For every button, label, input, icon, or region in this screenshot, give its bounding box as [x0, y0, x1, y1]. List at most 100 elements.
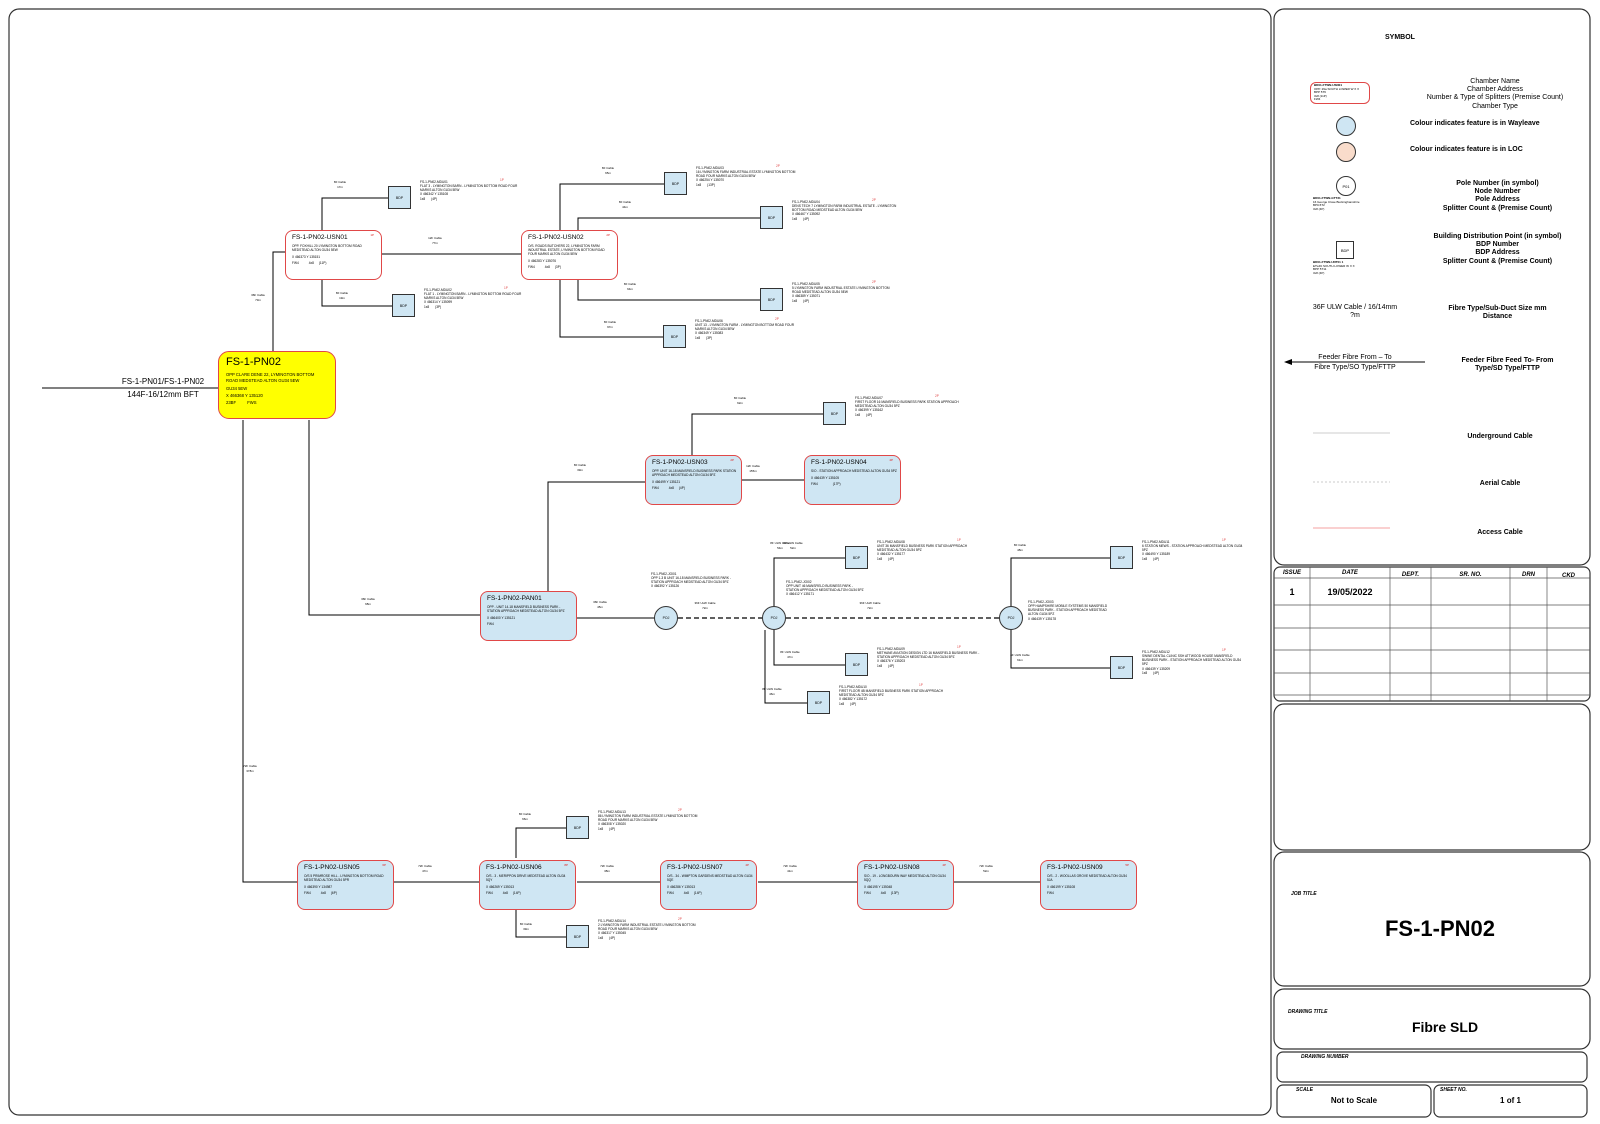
bdp-tag: 1P	[504, 286, 508, 290]
chamber-pan01[interactable]: FS-1-PN02-PAN01 OPP - UNIT 14-18 MANSFIEL…	[480, 591, 577, 641]
legend-pole-line-0: Pole Number (in symbol)	[1456, 180, 1539, 187]
chamber-name: FS-1-PN02-USN08	[864, 864, 920, 871]
chamber-usn05[interactable]: FS-1-PN02-USN05 6P O/S 5 PRIMROSE HILL - L…	[297, 860, 394, 910]
bdp-b11[interactable]: BDP	[1110, 546, 1133, 569]
cable-label: 8F ULW Cable 47m	[770, 650, 810, 660]
cable-length: 62m	[737, 400, 743, 405]
cable-label: 36F ULW Cable 72m	[685, 601, 725, 611]
cable-length: 65m	[605, 170, 611, 175]
cable-label: 8F Cable 17m	[320, 180, 360, 190]
cable-label: 36F Cable 45m	[580, 600, 620, 610]
cable-length: 39m	[523, 926, 529, 931]
chamber-meta: FW4	[487, 622, 570, 626]
cable-label: 72F Cable 41m	[770, 864, 810, 874]
bdp-symbol-label: BDP	[852, 662, 861, 667]
chamber-address: OPP. UNIT 16-18 MANSFIELD BUSINESS PARK …	[652, 468, 737, 477]
bdp-b1[interactable]: BDP	[388, 186, 411, 209]
main-node-address: OPP CLARE DENE 22, LYMINGTON BOTTOM ROAD…	[226, 372, 315, 383]
pole-label: POJ	[662, 616, 670, 620]
legend-aerial: Aerial Cable	[1479, 480, 1521, 487]
cable-label: 12F Cable 77m	[415, 236, 455, 246]
legend-pole-line-1: Node Number	[1474, 188, 1521, 196]
bdp-b3[interactable]: BDP	[664, 172, 687, 195]
cable-length: 39m	[577, 467, 583, 472]
chamber-count: (14P)	[693, 891, 702, 896]
bdp-meta: 1x8 (4P)	[877, 557, 982, 561]
legend-bdp-text: Building Distribution Point (in symbol) …	[1410, 233, 1585, 266]
bdp-text: FS-1-PN02-MDU13 2P 86 LYMINGTON FARM INDUS…	[598, 808, 703, 831]
legend-fibre-text: Fibre Type/Sub-Duct Size mm Distance	[1410, 305, 1585, 321]
chamber-meta: FW4 4x8 (14P)	[667, 891, 750, 895]
bdp-text: FS-1-PN02-MDU05 2P 5 LYMINGTON FARM INDUST…	[792, 280, 897, 303]
chamber-address: S/O - STATION APPROACH MEDSTEAD ALTON GU…	[811, 468, 897, 473]
bdp-meta: 1x8 (4P)	[839, 702, 944, 706]
chamber-type: FW4	[487, 622, 494, 627]
bdp-tag: 1P	[1222, 648, 1226, 652]
bdp-count: (13P)	[707, 182, 715, 187]
chamber-split: 4x8	[502, 891, 508, 896]
bdp-b12[interactable]: BDP	[1110, 656, 1133, 679]
chamber-coords: X 466195 Y 135048	[864, 885, 893, 890]
bdp-text: FS-1-PN02-MDU12 1P SWINE DENTAL CLINIC SSH…	[1142, 648, 1247, 675]
chamber-usn02[interactable]: FS-1-PN02-USN02 2P O/S. ROADS BUTCHERS 22,…	[521, 230, 618, 280]
chamber-usn09[interactable]: FS-1-PN02-USN09 5P O/S - 2 - WOOLLAS GROVE…	[1040, 860, 1137, 910]
bdp-count: (4P)	[609, 935, 616, 940]
bdp-b2[interactable]: BDP	[392, 294, 415, 317]
pole-p2[interactable]: POJ	[762, 606, 786, 630]
bdp-count: (3P)	[706, 335, 713, 340]
pole-p3[interactable]: POJ	[999, 606, 1023, 630]
bdp-count: (4P)	[609, 826, 616, 831]
main-node[interactable]: FS-1-PN02 OPP CLARE DENE 22, LYMINGTON B…	[218, 351, 336, 419]
bdp-b5[interactable]: BDP	[760, 288, 783, 311]
pole-text: FS-1-PN02-JOI03 OPP HAMPSHIRE MOBILE SYST…	[1028, 600, 1108, 621]
legend-pole-sample: BD01-FTWN-GTT31 16 George Close Buckingh…	[1313, 196, 1360, 211]
bdp-tag: 1P	[1222, 538, 1226, 542]
chamber-usn04[interactable]: FS-1-PN02-USN04 4P S/O - STATION APPROACH …	[804, 455, 901, 505]
chamber-tag: 4P	[942, 863, 946, 867]
cable-length: 47m	[787, 654, 793, 659]
chamber-usn07[interactable]: FS-1-PN02-USN07 4P O/S - 34 - WIMPTON GARD…	[660, 860, 757, 910]
bdp-b4[interactable]: BDP	[760, 206, 783, 229]
cable-label: 8F Cable 19m	[322, 291, 362, 301]
cable-length: 61m	[1017, 657, 1023, 662]
bdp-tag: 2P	[775, 317, 779, 321]
chamber-count: (14P)	[512, 891, 521, 896]
issue-header-dept: DEPT.	[1401, 572, 1420, 578]
chamber-meta: FW4 4x8 (4P)	[652, 486, 735, 490]
legend-fibre-sample-1: 36F ULW Cable / 16/14mm	[1312, 304, 1398, 311]
bdp-symbol-label: BDP	[395, 195, 404, 200]
bdp-b10[interactable]: BDP	[807, 691, 830, 714]
cable-label: 72F Cable 52m	[966, 864, 1006, 874]
bdp-b6[interactable]: BDP	[663, 325, 686, 348]
bdp-address: FLAT 3 - LYMINGTON BARN - LYMINGTON BOTT…	[420, 184, 518, 193]
bdp-address: FIRST FLOOR 16 MANSFIELD BUSINESS PARK S…	[855, 400, 959, 409]
chamber-usn08[interactable]: FS-1-PN02-USN08 4P S/O - 19 - LONGBOURN WA…	[857, 860, 954, 910]
legend-feeder-sample-2: Fibre Type/SO Type/FTTP	[1314, 364, 1396, 371]
chamber-type: FW4	[292, 261, 299, 266]
chamber-name: FS-1-PN02-USN03	[652, 459, 708, 466]
chamber-count: (11P)	[318, 261, 327, 266]
pole-p1[interactable]: POJ	[654, 606, 678, 630]
bdp-b14[interactable]: BDP	[566, 925, 589, 948]
pole-address: OPP UNIT 46 MANSFIELD BUSINESS PARK - ST…	[786, 584, 864, 593]
chamber-tag: 2P	[730, 458, 734, 462]
bdp-address: SWINE DENTAL CLINIC SSH ATTWOOD HOUSE MA…	[1142, 654, 1242, 667]
bdp-b7[interactable]: BDP	[823, 402, 846, 425]
bdp-b8[interactable]: BDP	[845, 546, 868, 569]
bdp-symbol-label: BDP	[1117, 665, 1126, 670]
cable-label: 8F ULW Cable 61m	[1000, 653, 1040, 663]
bdp-b13[interactable]: BDP	[566, 816, 589, 839]
bdp-address: FLAT 1 - LYMINGTON BARN - LYMINGTON BOTT…	[424, 292, 522, 301]
bdp-split: 1x8	[598, 935, 604, 940]
cable-label: 8F Cable 66m	[505, 812, 545, 822]
bdp-b9[interactable]: BDP	[845, 653, 868, 676]
chamber-coords: X 466199 Y 135108	[1047, 885, 1076, 890]
chamber-split: 4x8	[320, 891, 326, 896]
chamber-name: FS-1-PN02-PAN01	[487, 595, 542, 602]
main-node-count: 23BF	[226, 400, 237, 406]
chamber-usn06[interactable]: FS-1-PN02-USN06 8P O/S - 3 - MERIPPON DRIV…	[479, 860, 576, 910]
chamber-name: FS-1-PN02-USN09	[1047, 864, 1103, 871]
chamber-usn03[interactable]: FS-1-PN02-USN03 2P OPP. UNIT 16-18 MANSFIE…	[645, 455, 742, 505]
chamber-usn01[interactable]: FS-1-PN02-USN01 1P OPP. FOXHILL 20 LYMINGT…	[285, 230, 382, 280]
issue-header-sr: SR. NO.	[1459, 572, 1482, 578]
